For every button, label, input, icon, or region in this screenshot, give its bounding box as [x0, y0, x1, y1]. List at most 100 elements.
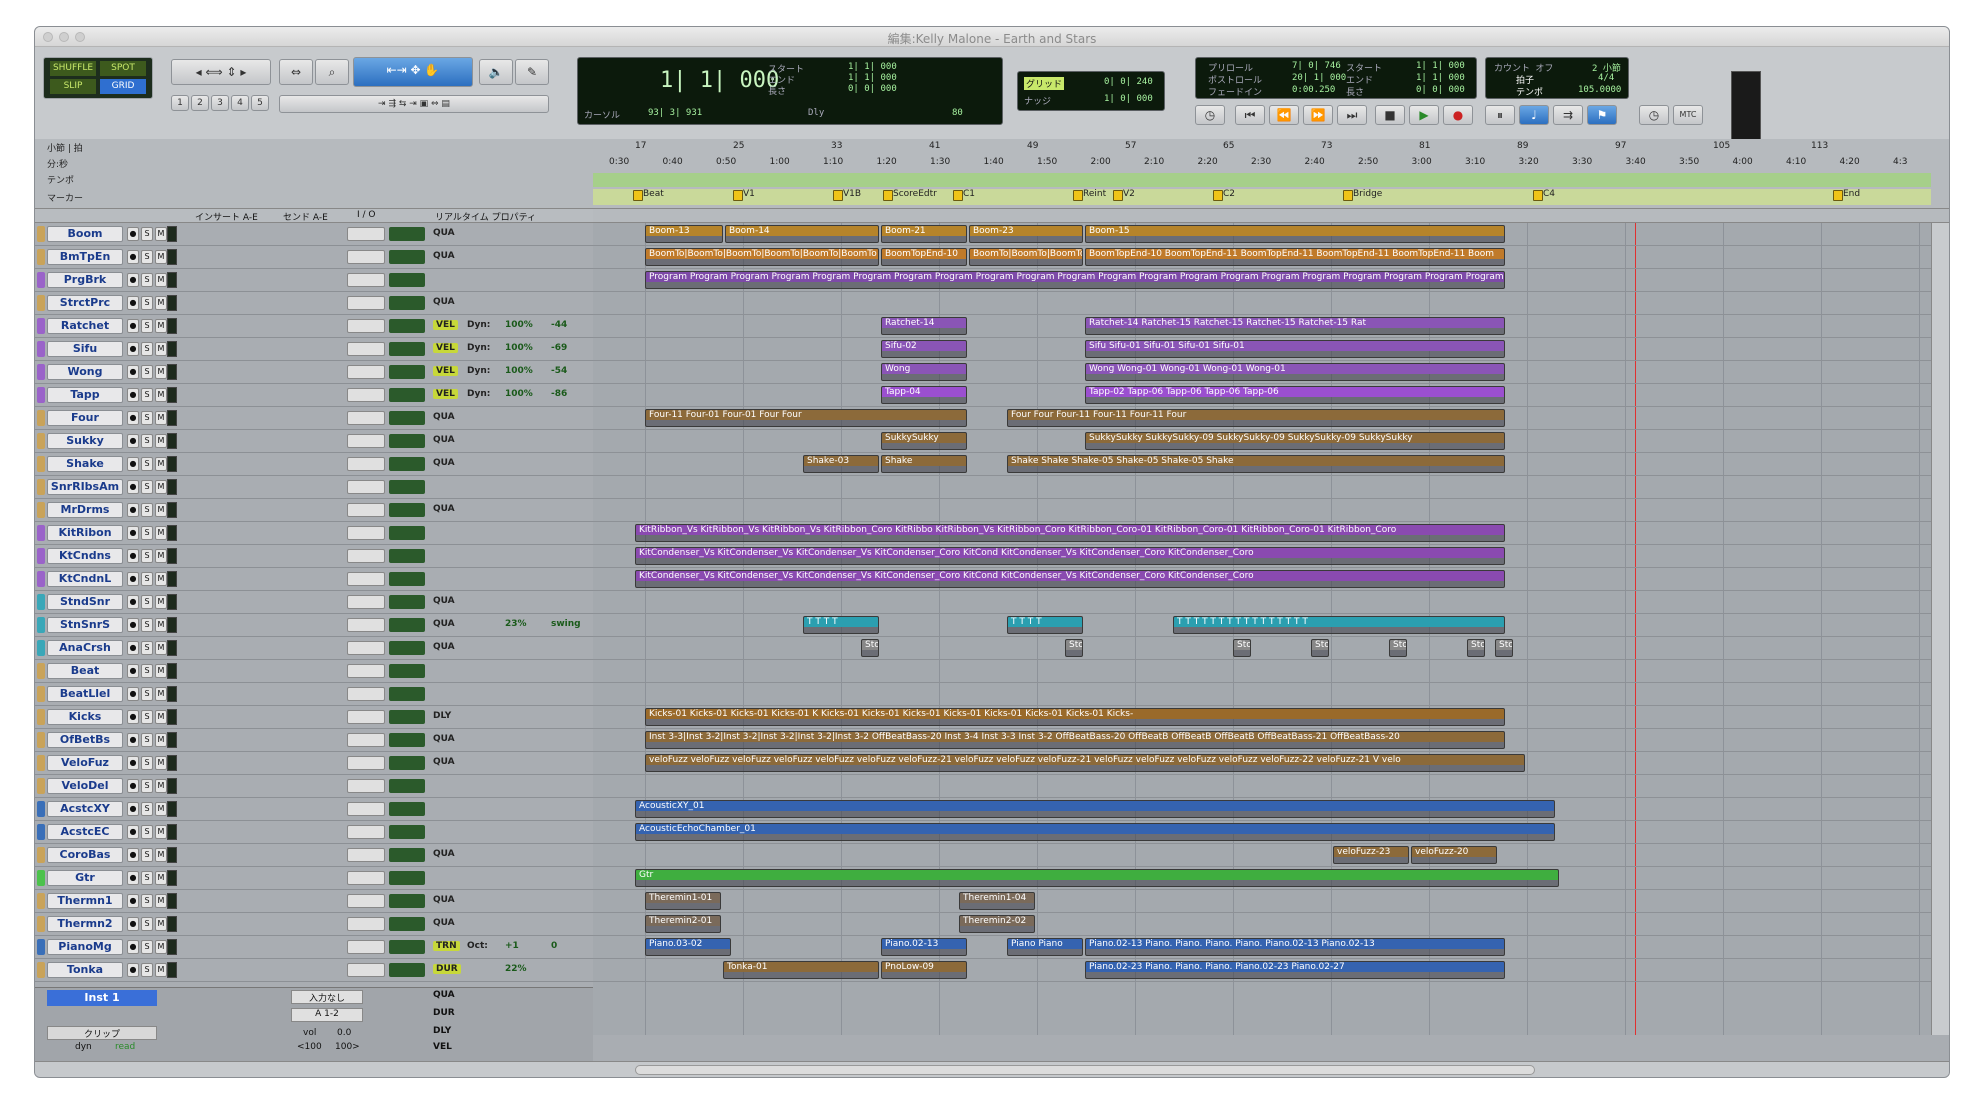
voice-selector[interactable]	[389, 480, 425, 494]
clip[interactable]: Sto	[1233, 639, 1251, 657]
clip[interactable]: Theremin1-04	[959, 892, 1035, 910]
clip[interactable]: Sifu-02	[881, 340, 967, 358]
grid-value[interactable]: 0| 0| 240	[1104, 77, 1153, 87]
marker-c2[interactable]: C2	[1213, 189, 1235, 201]
solo-button[interactable]: S	[141, 549, 153, 563]
clip[interactable]: Inst 3-3|Inst 3-2|Inst 3-2|Inst 3-2|Inst…	[645, 731, 1505, 749]
marker-end[interactable]: End	[1833, 189, 1860, 201]
speaker-tool-button[interactable]: 🔈	[479, 59, 513, 85]
io-selector[interactable]	[347, 756, 385, 770]
mute-button[interactable]: M	[155, 595, 167, 609]
clip[interactable]: BoomTopEnd-10	[881, 248, 967, 266]
realtime-property[interactable]: QUA	[433, 642, 455, 652]
voice-selector[interactable]	[389, 595, 425, 609]
clip[interactable]: Program Program Program Program Program …	[645, 271, 1505, 289]
clip[interactable]: T T T T	[803, 616, 879, 634]
track-name[interactable]: Boom	[47, 226, 123, 242]
mute-button[interactable]: M	[155, 296, 167, 310]
voice-selector[interactable]	[389, 365, 425, 379]
mute-button[interactable]: M	[155, 227, 167, 241]
track-name[interactable]: Kicks	[47, 709, 123, 725]
io-selector[interactable]	[347, 526, 385, 540]
edit-canvas[interactable]: Boom-13 Boom-14 Boom-21 Boom-23 Boom-15 BoomT…	[593, 223, 1931, 1035]
record-enable-button[interactable]: ●	[127, 871, 139, 885]
record-enable-button[interactable]: ●	[127, 273, 139, 287]
realtime-property[interactable]: QUA	[433, 412, 455, 422]
realtime-param-value-2[interactable]: -54	[551, 366, 567, 376]
track-name[interactable]: Shake	[47, 456, 123, 472]
transport-start-value[interactable]: 1| 1| 000	[1416, 61, 1465, 71]
voice-selector[interactable]	[389, 273, 425, 287]
solo-button[interactable]: S	[141, 710, 153, 724]
voice-selector[interactable]	[389, 779, 425, 793]
voice-selector[interactable]	[389, 917, 425, 931]
io-selector[interactable]	[347, 825, 385, 839]
realtime-param-value[interactable]: 100%	[505, 389, 533, 399]
marker-v2[interactable]: V2	[1113, 189, 1135, 201]
vertical-scrollbar[interactable]	[1931, 223, 1949, 1035]
grid-mode-button[interactable]: GRID	[100, 79, 146, 94]
wait-for-note-button[interactable]: ⏸	[1485, 105, 1515, 125]
track-name[interactable]: StrctPrc	[47, 295, 123, 311]
clip[interactable]: Gtr	[635, 869, 1559, 887]
marker-c1[interactable]: C1	[953, 189, 975, 201]
track-lane[interactable]	[593, 775, 1931, 798]
voice-selector[interactable]	[389, 664, 425, 678]
clip[interactable]: Four Four Four-11 Four-11 Four-11 Four	[1007, 409, 1505, 427]
mute-button[interactable]: M	[155, 457, 167, 471]
voice-selector[interactable]	[389, 825, 425, 839]
solo-button[interactable]: S	[141, 227, 153, 241]
clip[interactable]: Shake	[881, 455, 967, 473]
mute-button[interactable]: M	[155, 756, 167, 770]
solo-button[interactable]: S	[141, 963, 153, 977]
voice-selector[interactable]	[389, 618, 425, 632]
clip[interactable]: Boom-21	[881, 225, 967, 243]
track-name[interactable]: VeloFuz	[47, 755, 123, 771]
voice-selector[interactable]	[389, 250, 425, 264]
voice-selector[interactable]	[389, 503, 425, 517]
clip[interactable]: Boom-15	[1085, 225, 1505, 243]
solo-button[interactable]: S	[141, 871, 153, 885]
clip[interactable]: Boom-23	[969, 225, 1083, 243]
mute-button[interactable]: M	[155, 825, 167, 839]
clip[interactable]: AcousticXY_01	[635, 800, 1555, 818]
end-value[interactable]: 1| 1| 000	[848, 73, 897, 83]
zoom-preset-3[interactable]: 3	[211, 95, 229, 111]
clip[interactable]: SukkySukky	[881, 432, 967, 450]
realtime-property[interactable]: TRN	[433, 941, 460, 951]
realtime-property[interactable]: QUA	[433, 918, 455, 928]
clip[interactable]: BoomTo|BoomTo|BoomTo|BoomTo|BoomTo|BoomT…	[645, 248, 879, 266]
io-selector[interactable]	[347, 871, 385, 885]
fadein-value[interactable]: 0:00.250	[1292, 85, 1335, 95]
solo-button[interactable]: S	[141, 342, 153, 356]
track-lane[interactable]	[593, 637, 1931, 660]
solo-button[interactable]: S	[141, 273, 153, 287]
voice-selector[interactable]	[389, 526, 425, 540]
start-value[interactable]: 1| 1| 000	[848, 62, 897, 72]
solo-button[interactable]: S	[141, 825, 153, 839]
clip[interactable]: Tonka-01	[723, 961, 879, 979]
clip[interactable]: KitRibbon_Vs KitRibbon_Vs KitRibbon_Vs K…	[635, 524, 1505, 542]
marker-reint[interactable]: Reint	[1073, 189, 1106, 201]
io-selector[interactable]	[347, 733, 385, 747]
realtime-param-value[interactable]: +1	[505, 941, 519, 951]
io-selector[interactable]	[347, 549, 385, 563]
realtime-param-value[interactable]: 100%	[505, 320, 533, 330]
realtime-param-value[interactable]: 22%	[505, 964, 527, 974]
io-selector[interactable]	[347, 388, 385, 402]
voice-selector[interactable]	[389, 549, 425, 563]
clip[interactable]: Tapp-02 Tapp-06 Tapp-06 Tapp-06 Tapp-06	[1085, 386, 1505, 404]
clip[interactable]: Theremin2-02	[959, 915, 1035, 933]
inst-automation-mode[interactable]: read	[115, 1042, 135, 1052]
fast-forward-button[interactable]: ⏩	[1303, 105, 1333, 125]
zoom-preset-5[interactable]: 5	[251, 95, 269, 111]
realtime-param-value-2[interactable]: -44	[551, 320, 567, 330]
record-enable-button[interactable]: ●	[127, 319, 139, 333]
realtime-property[interactable]: QUA	[433, 596, 455, 606]
clip[interactable]: Sto	[1389, 639, 1407, 657]
track-name[interactable]: SnrRIbsAm	[47, 479, 123, 495]
track-name[interactable]: Sifu	[47, 341, 123, 357]
mute-button[interactable]: M	[155, 365, 167, 379]
solo-button[interactable]: S	[141, 618, 153, 632]
io-selector[interactable]	[347, 296, 385, 310]
